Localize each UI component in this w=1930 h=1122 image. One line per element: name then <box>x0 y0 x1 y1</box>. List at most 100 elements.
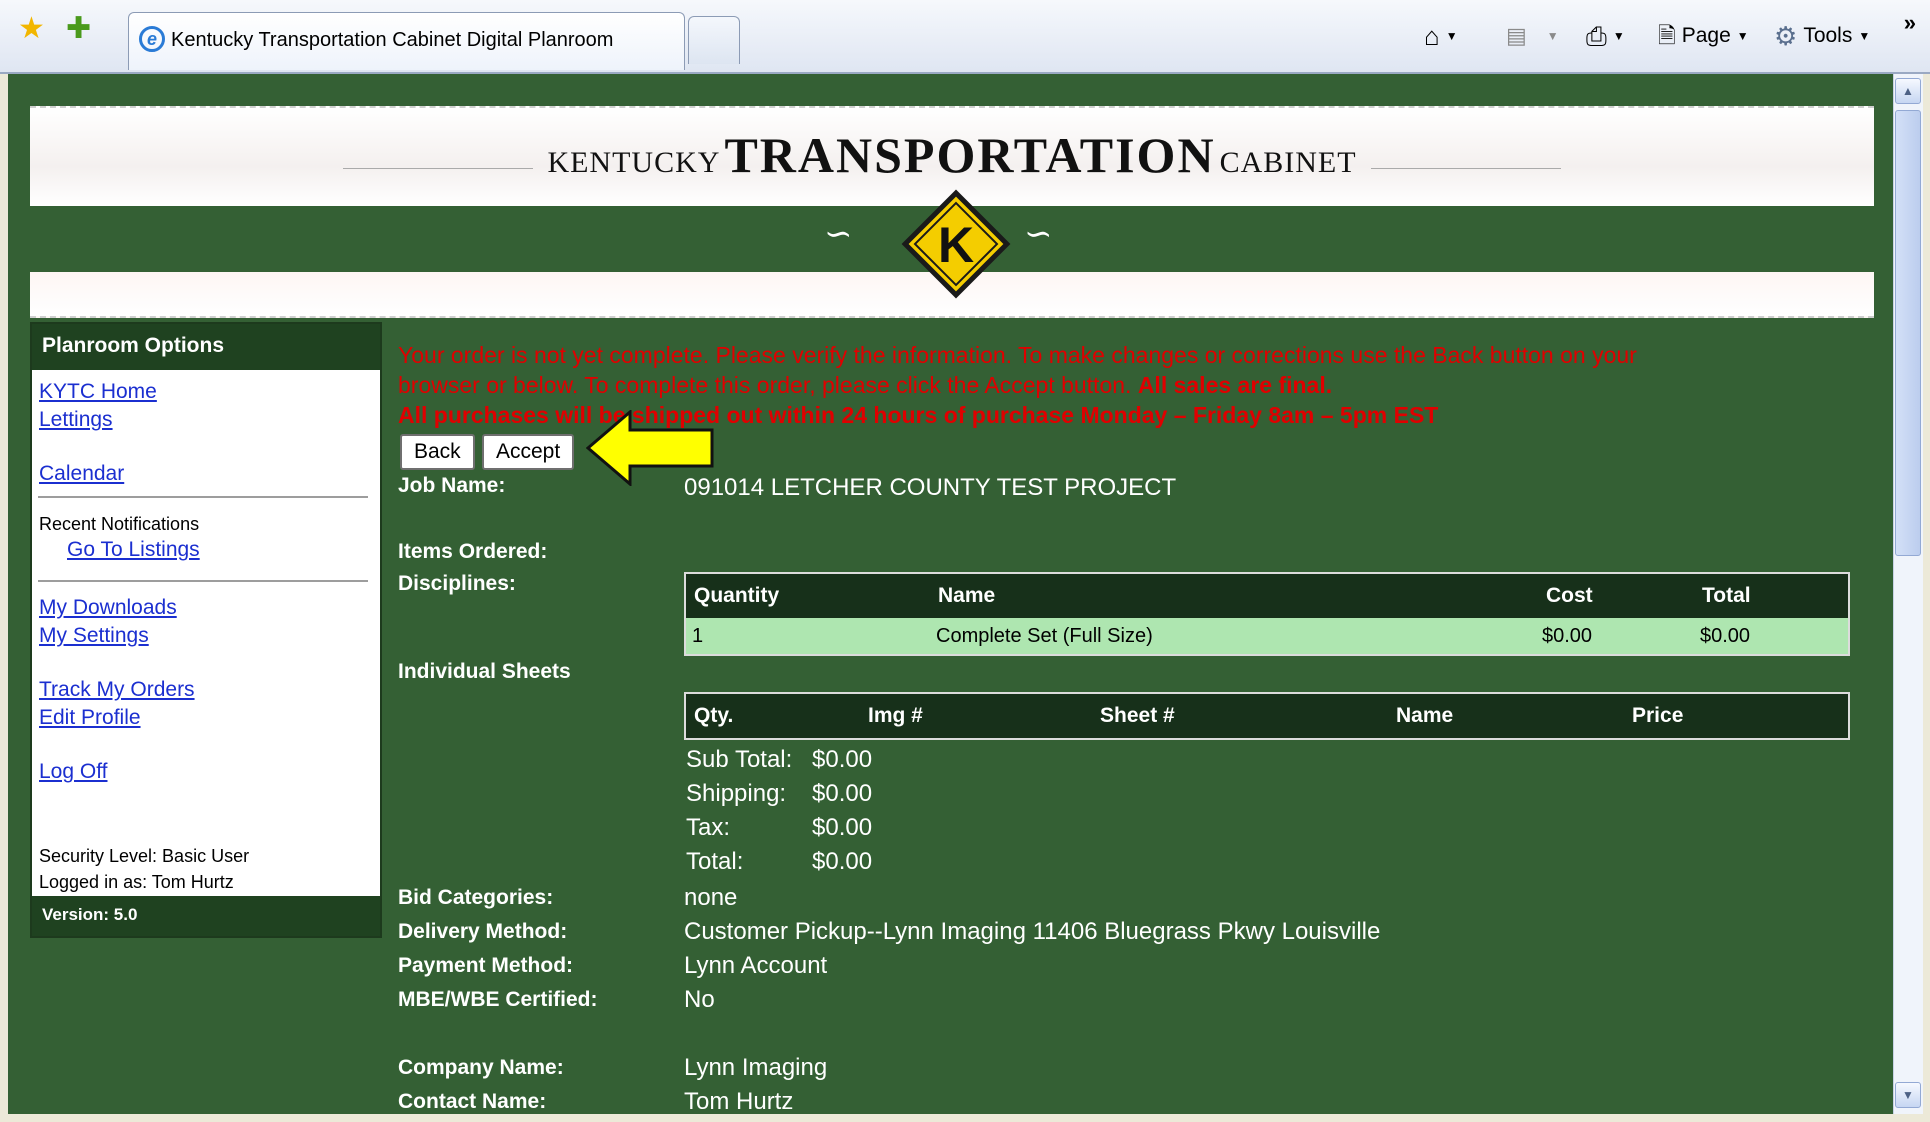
print-dropdown-icon[interactable]: ▼ <box>1613 29 1625 43</box>
items-ordered-label: Items Ordered: <box>398 540 548 563</box>
sheets-table-header: Qty. Img # Sheet # Name Price <box>686 694 1848 738</box>
contact-name-label: Contact Name: <box>398 1090 547 1113</box>
row-name: Complete Set (Full Size) <box>936 625 1153 647</box>
flourish-left-icon: ∽ <box>824 214 853 254</box>
job-name-label: Job Name: <box>398 474 506 497</box>
add-favorites-icon[interactable]: ✚ <box>66 14 91 44</box>
scroll-down-icon[interactable]: ▼ <box>1895 1082 1921 1108</box>
tools-menu-label: Tools <box>1803 24 1853 47</box>
disciplines-table-header: Quantity Name Cost Total <box>686 574 1848 618</box>
scroll-up-icon[interactable]: ▲ <box>1895 78 1921 104</box>
flourish-right-icon: ∽ <box>1024 214 1053 254</box>
accept-instruction-text: browser or below. To complete this order… <box>398 372 1132 398</box>
disciplines-table: Quantity Name Cost Total 1 Complete Set … <box>684 572 1850 656</box>
logged-in-as-text: Logged in as: Tom Hurtz <box>39 872 234 892</box>
shipping-label: Shipping: <box>686 780 787 807</box>
bid-categories-value: none <box>684 884 738 911</box>
order-accept-notice: browser or below. To complete this order… <box>398 372 1332 399</box>
sidebar-link-calendar[interactable]: Calendar <box>39 462 124 486</box>
col-sheet: Sheet # <box>1100 704 1175 727</box>
row-quantity: 1 <box>692 625 704 647</box>
sidebar-divider <box>38 580 368 582</box>
page-menu-label: Page <box>1681 24 1731 47</box>
rss-feed-button[interactable]: ▤ ▼ <box>1506 20 1559 52</box>
col-price: Price <box>1632 704 1684 727</box>
vertical-scrollbar[interactable]: ▲ ▼ <box>1893 74 1923 1114</box>
rss-dropdown-icon[interactable]: ▼ <box>1547 29 1559 43</box>
banner-rule-left <box>343 167 534 169</box>
status-bar <box>0 1114 1930 1122</box>
shipping-notice: All purchases will be shipped out within… <box>398 402 1439 428</box>
col-sheet-name: Name <box>1396 704 1454 727</box>
banner-rule-right <box>1370 167 1561 169</box>
individual-sheets-label: Individual Sheets <box>398 660 571 683</box>
sidebar-link-my-downloads[interactable]: My Downloads <box>39 596 177 620</box>
sidebar-link-kytc-home[interactable]: KYTC Home <box>39 380 157 404</box>
table-row: 1 Complete Set (Full Size) $0.00 $0.00 <box>686 618 1848 654</box>
disciplines-label: Disciplines: <box>398 572 516 595</box>
ie-icon: e <box>139 26 165 52</box>
sidebar-link-log-off[interactable]: Log Off <box>39 760 108 784</box>
payment-method-label: Payment Method: <box>398 954 574 977</box>
tools-dropdown-icon: ▼ <box>1858 29 1871 43</box>
logo-letter: K <box>938 217 974 273</box>
toolbar-overflow-icon[interactable]: » <box>1904 10 1916 36</box>
page-viewport: KENTUCKY TRANSPORTATION CABINET ∽ ∽ K Pl… <box>8 74 1893 1114</box>
shipping-value: $0.00 <box>812 780 873 807</box>
banner-kentucky: KENTUCKY <box>547 146 721 179</box>
subtotal-label: Sub Total: <box>686 746 793 773</box>
tab-title: Kentucky Transportation Cabinet Digital … <box>171 29 614 51</box>
banner-transportation: TRANSPORTATION <box>724 127 1216 183</box>
col-cost: Cost <box>1546 584 1593 607</box>
col-total: Total <box>1702 584 1751 607</box>
col-qty: Qty. <box>694 704 734 727</box>
company-name-value: Lynn Imaging <box>684 1054 828 1081</box>
company-name-label: Company Name: <box>398 1056 564 1079</box>
scrollbar-thumb[interactable] <box>1895 110 1921 556</box>
delivery-method-label: Delivery Method: <box>398 920 568 943</box>
sidebar-link-lettings[interactable]: Lettings <box>39 408 113 432</box>
tax-label: Tax: <box>686 814 731 841</box>
col-img: Img # <box>868 704 923 727</box>
back-button[interactable]: Back <box>400 434 475 470</box>
sidebar-link-my-settings[interactable]: My Settings <box>39 624 149 648</box>
security-level-text: Security Level: Basic User <box>39 846 250 866</box>
order-incomplete-notice: Your order is not yet complete. Please v… <box>398 342 1637 368</box>
page-icon: 🗎 <box>1658 23 1676 48</box>
favorites-star-icon[interactable]: ★ <box>18 14 45 44</box>
home-icon: ⌂ <box>1424 21 1440 51</box>
new-tab-button[interactable] <box>688 16 740 64</box>
col-name: Name <box>938 584 996 607</box>
job-name-value: 091014 LETCHER COUNTY TEST PROJECT <box>684 474 1177 501</box>
mbe-wbe-value: No <box>684 986 715 1013</box>
total-label: Total: <box>686 848 744 875</box>
banner-cabinet: CABINET <box>1219 146 1357 179</box>
print-button[interactable]: ⎙ ▼ <box>1586 20 1625 52</box>
browser-tab-active[interactable]: e Kentucky Transportation Cabinet Digita… <box>128 12 685 70</box>
tools-gear-icon: ⚙ <box>1774 21 1798 51</box>
sidebar-link-edit-profile[interactable]: Edit Profile <box>39 706 141 730</box>
sales-final-text: All sales are final. <box>1137 372 1333 398</box>
individual-sheets-table: Qty. Img # Sheet # Name Price <box>684 692 1850 740</box>
subtotal-value: $0.00 <box>812 746 873 773</box>
contact-name-value: Tom Hurtz <box>684 1088 794 1114</box>
sidebar-heading: Planroom Options <box>32 324 380 370</box>
rss-feed-icon: ▤ <box>1506 23 1527 48</box>
planroom-options-sidebar: Planroom Options KYTC Home Lettings Cale… <box>30 322 382 938</box>
home-button[interactable]: ⌂ ▼ <box>1424 20 1458 52</box>
row-cost: $0.00 <box>1542 625 1593 647</box>
sidebar-link-track-my-orders[interactable]: Track My Orders <box>39 678 195 702</box>
page-menu-button[interactable]: 🗎 Page ▼ <box>1658 20 1749 52</box>
tax-value: $0.00 <box>812 814 873 841</box>
home-dropdown-icon[interactable]: ▼ <box>1446 29 1458 43</box>
delivery-method-value: Customer Pickup--Lynn Imaging 11406 Blue… <box>684 918 1381 945</box>
tools-menu-button[interactable]: ⚙ Tools ▼ <box>1774 20 1870 52</box>
sidebar-divider <box>38 496 368 498</box>
accept-button[interactable]: Accept <box>482 434 575 470</box>
sidebar-link-go-to-listings[interactable]: Go To Listings <box>67 538 200 562</box>
mbe-wbe-label: MBE/WBE Certified: <box>398 988 598 1011</box>
print-icon: ⎙ <box>1586 21 1607 51</box>
version-bar: Version: 5.0 <box>32 896 380 936</box>
payment-method-value: Lynn Account <box>684 952 828 979</box>
col-quantity: Quantity <box>694 584 780 607</box>
